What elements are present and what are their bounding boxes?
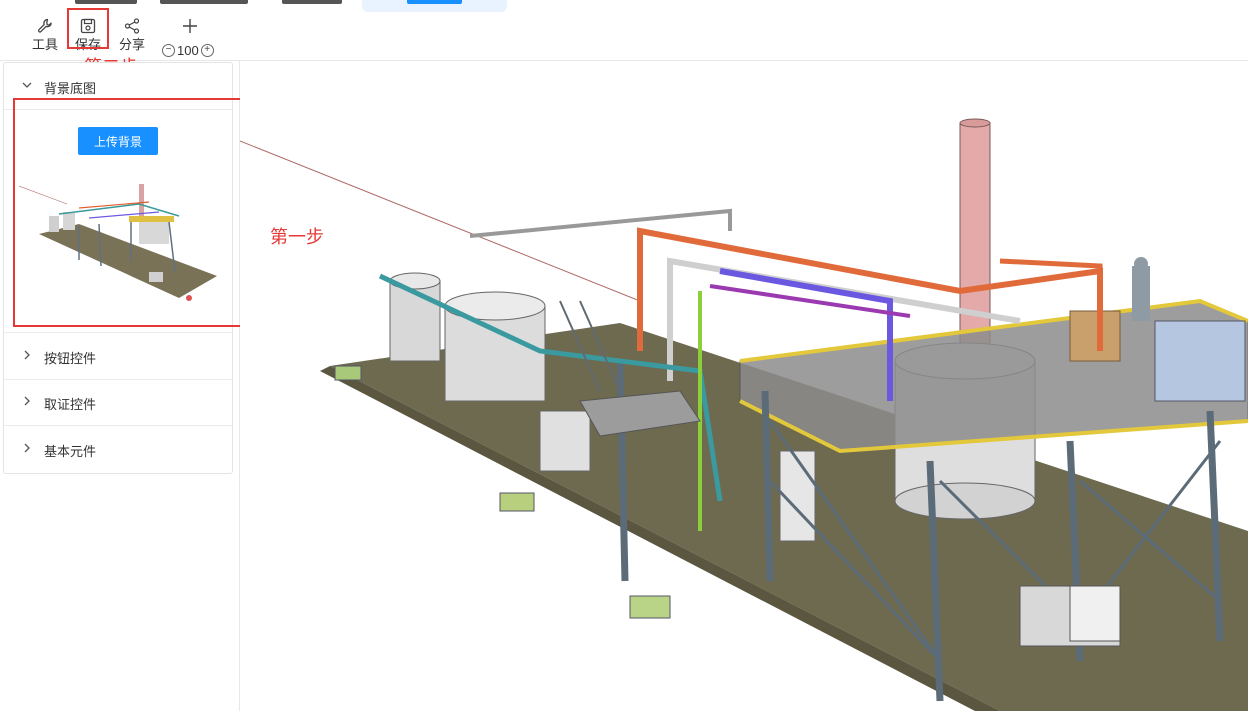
- toolbar: 工具 保存 分享 − 100 +: [0, 12, 1248, 61]
- tab-2[interactable]: [160, 0, 248, 4]
- step1-annotation: 第一步: [270, 227, 324, 247]
- share-icon: [124, 18, 140, 34]
- plus-icon: [183, 19, 197, 33]
- tools-button[interactable]: 工具: [25, 12, 65, 60]
- step1-highlight: [13, 98, 246, 327]
- section-buttons[interactable]: 按钮控件: [4, 332, 232, 380]
- tab-1[interactable]: [75, 0, 137, 4]
- zoom-value: 100: [177, 43, 199, 58]
- tab-3[interactable]: [282, 0, 342, 4]
- wrench-icon: [37, 18, 52, 33]
- chevron-right-icon: [24, 443, 30, 453]
- section-label: 按钮控件: [44, 351, 97, 366]
- zoom-control: − 100 +: [162, 43, 214, 58]
- share-label: 分享: [118, 37, 145, 52]
- chevron-right-icon: [24, 350, 30, 360]
- zoom-out-icon[interactable]: −: [162, 44, 175, 57]
- zoom-in-icon[interactable]: +: [200, 44, 214, 57]
- section-evidence[interactable]: 取证控件: [4, 379, 232, 426]
- section-label: 基本元件: [44, 444, 97, 459]
- chevron-right-icon: [24, 396, 30, 406]
- section-basic[interactable]: 基本元件: [4, 426, 232, 472]
- step2-highlight: [67, 8, 109, 49]
- section-label: 取证控件: [44, 397, 97, 412]
- editor-canvas[interactable]: [240, 61, 1248, 711]
- tab-active[interactable]: [362, 0, 507, 12]
- section-label: 背景底图: [44, 81, 97, 96]
- chevron-down-icon: [22, 82, 32, 88]
- tools-label: 工具: [31, 37, 58, 52]
- plant-background-image: [240, 118, 1248, 711]
